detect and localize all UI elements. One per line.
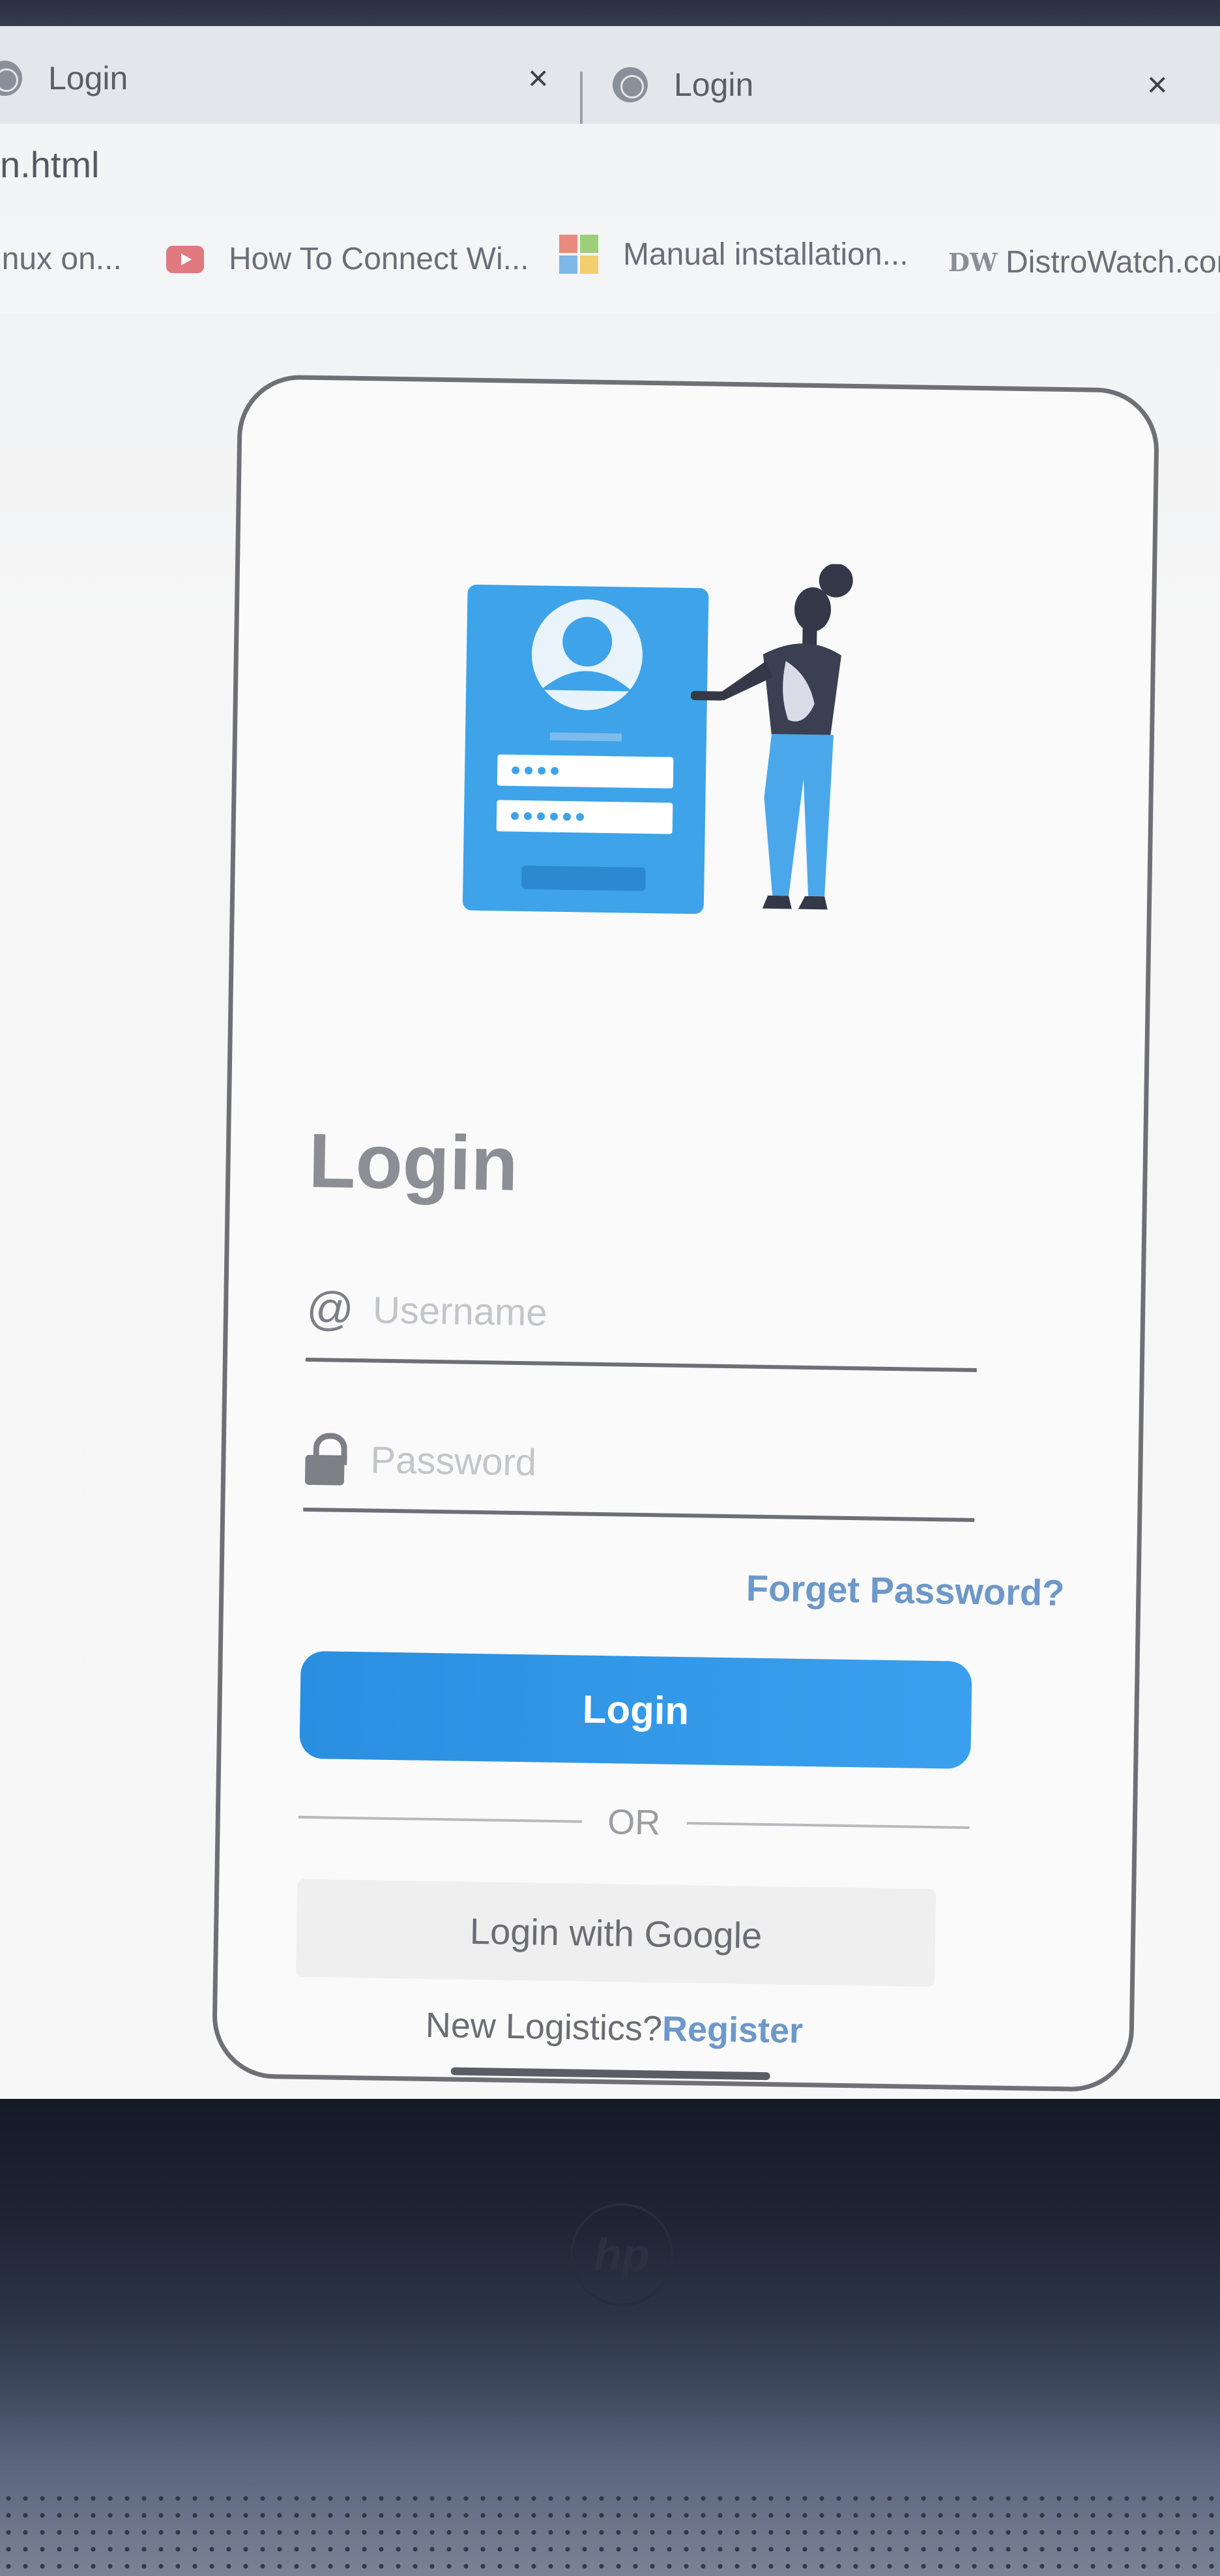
at-icon: @ bbox=[306, 1282, 355, 1336]
password-input[interactable] bbox=[368, 1437, 959, 1492]
username-field[interactable]: @ bbox=[305, 1259, 979, 1373]
divider-line bbox=[298, 1815, 582, 1823]
username-input[interactable] bbox=[371, 1287, 961, 1342]
hp-logo-icon: hp bbox=[570, 2203, 673, 2306]
bookmark-manual-installation[interactable]: Manual installation... bbox=[559, 235, 908, 274]
bookmark-label: How To Connect Wi... bbox=[229, 242, 529, 276]
globe-icon bbox=[613, 67, 648, 102]
bookmark-label: DistroWatch.cor bbox=[1006, 245, 1220, 280]
url-text[interactable]: n.html bbox=[0, 143, 100, 186]
close-icon[interactable]: × bbox=[1147, 65, 1168, 105]
login-heading: Login bbox=[308, 1117, 519, 1207]
bookmark-label: inux on... bbox=[0, 242, 122, 276]
register-link[interactable]: Register bbox=[662, 2010, 804, 2051]
bookmark-distrowatch[interactable]: DW DistroWatch.cor bbox=[948, 244, 1220, 280]
divider-line bbox=[686, 1822, 970, 1829]
panel-field-1 bbox=[497, 754, 674, 789]
panel-button bbox=[521, 866, 646, 891]
tab-divider bbox=[580, 72, 583, 130]
tab-label: Login bbox=[48, 60, 128, 96]
tab-bar: Login × Login × bbox=[0, 26, 1220, 130]
microsoft-icon bbox=[559, 235, 598, 274]
login-button[interactable]: Login bbox=[299, 1650, 972, 1769]
register-prompt-text: New Logistics? bbox=[425, 2005, 663, 2049]
speaker-grille bbox=[0, 2490, 1220, 2576]
login-card: Login @ Forget Password? Login OR Login … bbox=[211, 374, 1160, 2092]
bookmark-label: Manual installation... bbox=[623, 237, 908, 272]
person-figure bbox=[690, 563, 853, 910]
lock-icon bbox=[304, 1433, 370, 1486]
tab-label: Login bbox=[674, 66, 754, 103]
tab-login-2[interactable]: Login × bbox=[613, 39, 1220, 130]
login-with-google-button[interactable]: Login with Google bbox=[296, 1879, 937, 1987]
address-bar[interactable]: n.html bbox=[0, 124, 1220, 215]
tab-login-1[interactable]: Login × bbox=[0, 33, 560, 124]
bookmark-how-to-connect[interactable]: How To Connect Wi... bbox=[166, 241, 529, 277]
globe-icon bbox=[0, 61, 22, 96]
panel-caption bbox=[549, 732, 622, 742]
or-label: OR bbox=[607, 1802, 661, 1843]
distrowatch-icon: DW bbox=[948, 247, 998, 277]
bookmark-linux[interactable]: inux on... bbox=[0, 241, 122, 277]
register-prompt: New Logistics?Register bbox=[425, 2005, 803, 2051]
home-indicator-bar bbox=[450, 2067, 770, 2081]
login-illustration bbox=[462, 563, 853, 915]
forgot-password-link[interactable]: Forget Password? bbox=[746, 1567, 1064, 1615]
or-divider: OR bbox=[298, 1791, 970, 1854]
password-field[interactable] bbox=[303, 1409, 976, 1523]
panel-field-2 bbox=[496, 800, 673, 834]
youtube-icon bbox=[166, 245, 204, 273]
close-icon[interactable]: × bbox=[528, 58, 549, 98]
bookmarks-bar: inux on... How To Connect Wi... Manual i… bbox=[0, 215, 1220, 313]
